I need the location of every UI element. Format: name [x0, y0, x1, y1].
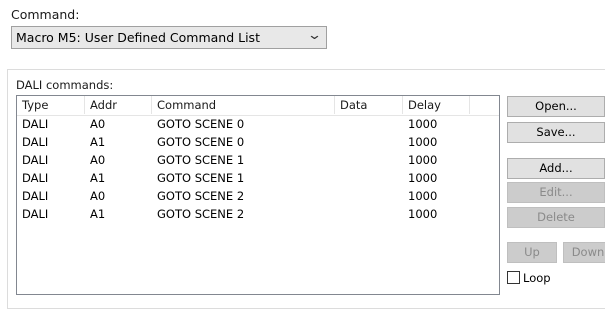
row-addr: A0	[90, 189, 106, 203]
column-header-type[interactable]: Type	[17, 96, 85, 114]
row-command: GOTO SCENE 0	[157, 135, 245, 149]
delete-button[interactable]: Delete	[507, 207, 605, 228]
row-data	[335, 205, 408, 223]
row-delay: 1000	[408, 153, 438, 167]
column-header-extra[interactable]	[470, 96, 499, 114]
table-row[interactable]: DALI A1 GOTO SCENE 1 1000	[17, 169, 499, 187]
column-header-data[interactable]: Data	[335, 96, 403, 114]
row-addr: A1	[90, 207, 106, 221]
row-addr: A0	[90, 153, 106, 167]
row-data	[335, 133, 408, 151]
row-command: GOTO SCENE 2	[157, 189, 245, 203]
row-data	[335, 151, 408, 169]
save-button[interactable]: Save...	[507, 122, 605, 143]
edit-button[interactable]: Edit...	[507, 182, 605, 203]
row-addr: A1	[90, 171, 106, 185]
column-header-command[interactable]: Command	[152, 96, 335, 114]
chevron-down-icon: ⌄	[306, 28, 323, 43]
table-row[interactable]: DALI A1 GOTO SCENE 0 1000	[17, 133, 499, 151]
row-command: GOTO SCENE 1	[157, 153, 245, 167]
row-delay: 1000	[408, 135, 438, 149]
row-delay: 1000	[408, 207, 438, 221]
add-button[interactable]: Add...	[507, 158, 605, 179]
row-addr: A0	[90, 117, 106, 131]
row-data	[335, 187, 408, 205]
table-row[interactable]: DALI A0 GOTO SCENE 1 1000	[17, 151, 499, 169]
row-type: DALI	[22, 135, 49, 149]
dali-commands-list[interactable]: Type Addr Command Data Delay DALI A0 GOTO …	[16, 95, 500, 295]
row-command: GOTO SCENE 1	[157, 171, 245, 185]
row-delay: 1000	[408, 189, 438, 203]
up-button[interactable]: Up	[507, 242, 557, 263]
row-type: DALI	[22, 153, 49, 167]
table-row[interactable]: DALI A1 GOTO SCENE 2 1000	[17, 205, 499, 223]
row-delay: 1000	[408, 171, 438, 185]
row-type: DALI	[22, 117, 49, 131]
row-data	[335, 115, 408, 133]
row-addr: A1	[90, 135, 106, 149]
loop-checkbox[interactable]	[507, 271, 520, 284]
dali-commands-label: DALI commands:	[16, 78, 114, 92]
loop-label[interactable]: Loop	[523, 271, 551, 285]
row-type: DALI	[22, 207, 49, 221]
list-header: Type Addr Command Data Delay	[17, 96, 499, 116]
table-row[interactable]: DALI A0 GOTO SCENE 2 1000	[17, 187, 499, 205]
row-type: DALI	[22, 189, 49, 203]
row-command: GOTO SCENE 2	[157, 207, 245, 221]
table-row[interactable]: DALI A0 GOTO SCENE 0 1000	[17, 115, 499, 133]
command-select[interactable]: Macro M5: User Defined Command List ⌄	[11, 26, 327, 49]
down-button[interactable]: Down	[563, 242, 605, 263]
command-label: Command:	[11, 7, 80, 22]
open-button[interactable]: Open...	[507, 96, 605, 117]
row-command: GOTO SCENE 0	[157, 117, 245, 131]
column-header-delay[interactable]: Delay	[403, 96, 470, 114]
row-delay: 1000	[408, 117, 438, 131]
row-type: DALI	[22, 171, 49, 185]
command-select-value: Macro M5: User Defined Command List	[16, 30, 260, 45]
row-data	[335, 169, 408, 187]
column-header-addr[interactable]: Addr	[85, 96, 152, 114]
